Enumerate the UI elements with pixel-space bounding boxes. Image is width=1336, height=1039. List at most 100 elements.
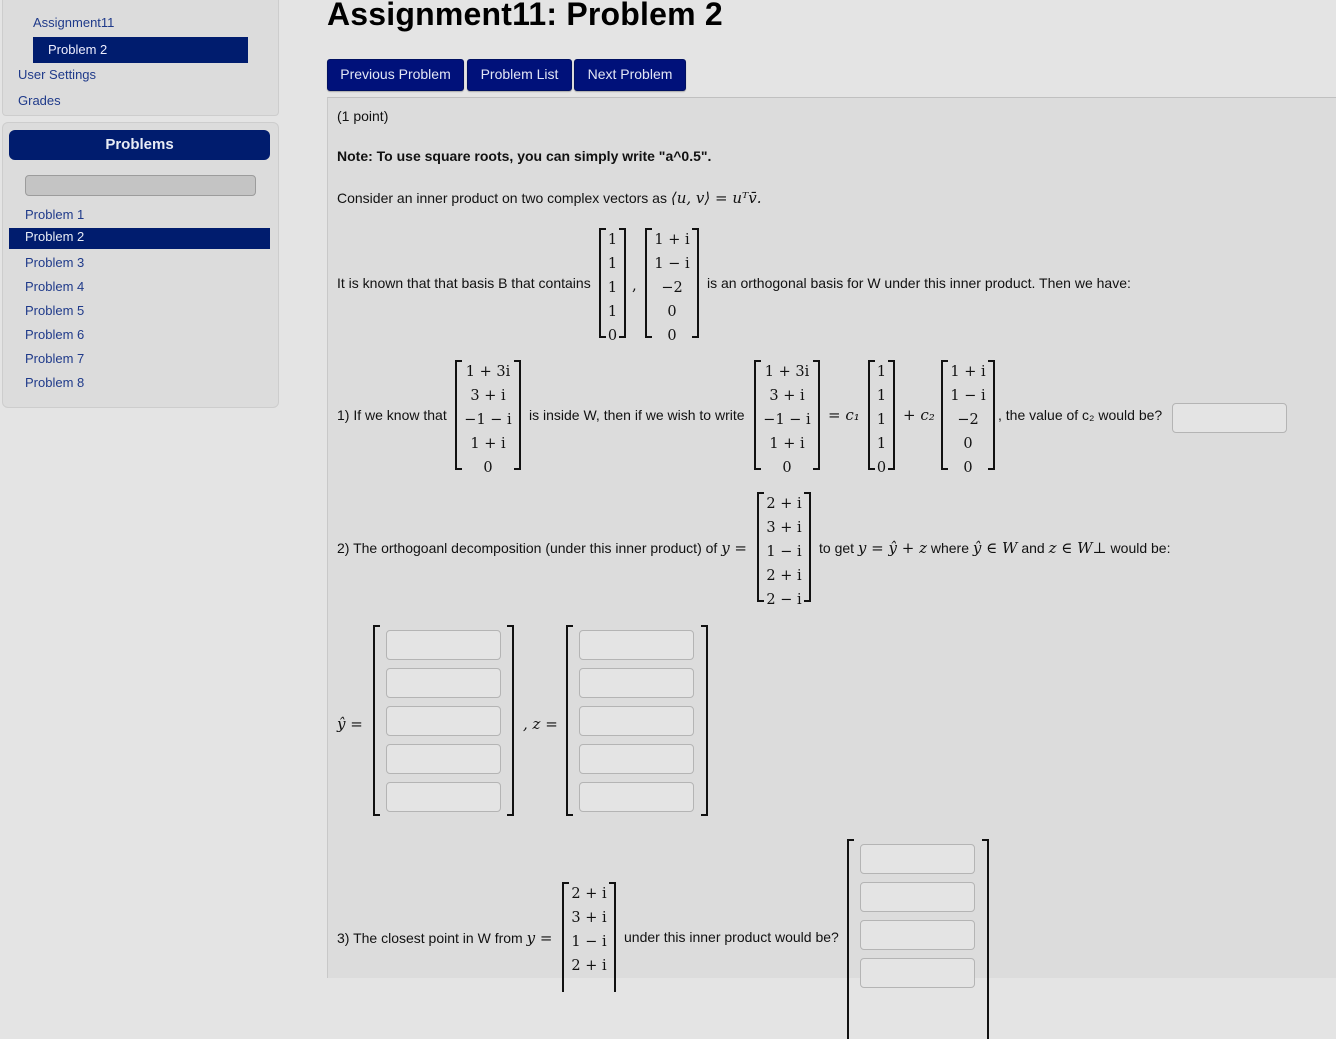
q1-plus-c2: + c₂	[903, 406, 935, 424]
vector-entry: 0	[963, 436, 973, 452]
vector-entry: 1	[607, 232, 618, 248]
vector-entry: 1 − i	[654, 256, 690, 272]
problem-list-item[interactable]: Problem 8	[9, 371, 270, 395]
q3-y-eq: y =	[526, 929, 553, 947]
basis-text-before: It is known that that basis B that conta…	[337, 275, 591, 291]
problem-list-item[interactable]: Problem 7	[9, 347, 270, 371]
q1-c2-answer-input[interactable]	[1172, 403, 1287, 433]
vector-entry: 0	[782, 460, 792, 476]
vector-entry: 1 − i	[950, 388, 986, 404]
vector-entry: 1 + i	[950, 364, 986, 380]
vector-entry: 2 + i	[766, 568, 802, 584]
z-answer-input-5[interactable]	[579, 782, 694, 812]
q3-answer-input-4[interactable]	[860, 958, 975, 988]
q2-y-vector: 2 + i 3 + i 1 − i 2 + i 2 − i	[757, 492, 811, 608]
yhat-answer-input-1[interactable]	[386, 630, 501, 660]
nav-current-problem-label: Problem 2	[48, 42, 108, 57]
q2-z-in-w-perp: z ∈ W⊥	[1048, 539, 1107, 557]
vector-entry: 1	[876, 364, 887, 380]
vector-entry: 0	[963, 460, 973, 476]
vector-entry: 1 + 3i	[764, 364, 810, 380]
q2-prefix: 2) The orthogoanl decomposition (under t…	[337, 540, 718, 556]
vector-entry: 1 − i	[571, 934, 607, 950]
q2-yhat-in-w: ŷ ∈ W	[972, 539, 1018, 557]
problem-list-item[interactable]: Problem 5	[9, 299, 270, 323]
intro-line: Consider an inner product on two complex…	[337, 189, 762, 207]
vector-entry: 2 + i	[571, 958, 607, 974]
vector-entry: 3 + i	[470, 388, 506, 404]
vector-entry: −1 − i	[763, 412, 811, 428]
vector-entry: 1	[876, 412, 887, 428]
vector-entry: 1	[607, 256, 618, 272]
q1-middle: is inside W, then if we wish to write	[529, 407, 745, 423]
problem-list-item[interactable]: Problem 1	[9, 203, 270, 227]
problems-filter-input[interactable]	[25, 175, 256, 196]
problem-list-item[interactable]: Problem 6	[9, 323, 270, 347]
vector-entry: −1 − i	[464, 412, 512, 428]
q1-prefix: 1) If we know that	[337, 407, 447, 423]
vector-entry: 2 − i	[766, 592, 802, 608]
problems-panel-title: Problems	[9, 130, 270, 160]
q3-answer-input-3[interactable]	[860, 920, 975, 950]
nav-current-problem-link[interactable]: Problem 2	[33, 37, 248, 63]
next-problem-button[interactable]: Next Problem	[574, 59, 686, 91]
intro-text: Consider an inner product on two complex…	[337, 190, 667, 206]
vector-entry: 1 + i	[769, 436, 805, 452]
q1-eq-c1: = c₁	[828, 406, 860, 424]
z-answer-input-3[interactable]	[579, 706, 694, 736]
q2-suffix-text-1: to get	[819, 540, 855, 556]
basis-text-after: is an orthogonal basis for W under this …	[707, 275, 1131, 291]
problems-list: Problem 1 Problem 2 Problem 3 Problem 4 …	[9, 203, 270, 395]
basis-vector-1: 1 1 1 1 0	[599, 228, 626, 344]
vector-entry: 3 + i	[769, 388, 805, 404]
vector-entry: 0	[667, 328, 677, 344]
q1-suffix: , the value of c₂ would be?	[998, 407, 1163, 423]
z-answer-input-4[interactable]	[579, 744, 694, 774]
vector-entry: 3 + i	[571, 910, 607, 926]
yhat-answer-input-2[interactable]	[386, 668, 501, 698]
problem-list-item-active[interactable]: Problem 2	[9, 228, 270, 249]
q3-answer-input-2[interactable]	[860, 882, 975, 912]
q3-prefix-line: 3) The closest point in W from y =	[337, 929, 552, 947]
problem-list-button[interactable]: Problem List	[467, 59, 572, 91]
q3-answer-input-1[interactable]	[860, 844, 975, 874]
q2-suffix-line: to get y = ŷ + z where ŷ ∈ W and z ∈ W⊥ …	[819, 539, 1170, 557]
yhat-answer-input-4[interactable]	[386, 744, 501, 774]
problem-list-item[interactable]: Problem 3	[9, 251, 270, 275]
vector-entry: 1 + i	[654, 232, 690, 248]
q1-basis-vector-1: 1 1 1 1 0	[868, 360, 895, 476]
problem-body: (1 point) Note: To use square roots, you…	[327, 97, 1336, 1039]
vector-entry: 1	[607, 304, 618, 320]
vector-entry: 1 − i	[766, 544, 802, 560]
problem-points: (1 point)	[337, 108, 389, 124]
z-answer-input-2[interactable]	[579, 668, 694, 698]
vector-entry: 0	[483, 460, 493, 476]
yhat-answer-input-3[interactable]	[386, 706, 501, 736]
nav-assignment-link[interactable]: Assignment11	[33, 15, 114, 30]
vector-entry: 2 + i	[571, 886, 607, 902]
problem-note: Note: To use square roots, you can simpl…	[337, 148, 712, 164]
z-answer-input-1[interactable]	[579, 630, 694, 660]
q1-basis-vector-2: 1 + i 1 − i −2 0 0	[941, 360, 995, 476]
basis-comma: ,	[632, 276, 637, 294]
nav-user-settings-link[interactable]: User Settings	[18, 67, 96, 82]
q2-suffix-text-4: would be:	[1110, 540, 1171, 556]
vector-entry: 1	[876, 436, 887, 452]
vector-entry: 2 + i	[766, 496, 802, 512]
problems-panel: Problems Problem 1 Problem 2 Problem 3 P…	[2, 122, 279, 408]
vector-entry: 1	[876, 388, 887, 404]
problem-list-item[interactable]: Problem 4	[9, 275, 270, 299]
basis-vector-2: 1 + i 1 − i −2 0 0	[645, 228, 699, 344]
vector-entry: 1	[607, 280, 618, 296]
q2-decomposition-formula: y = ŷ + z	[857, 539, 927, 557]
q3-prefix: 3) The closest point in W from	[337, 930, 523, 946]
nav-grades-link[interactable]: Grades	[18, 93, 61, 108]
vector-entry: 1 + 3i	[465, 364, 511, 380]
yhat-answer-input-5[interactable]	[386, 782, 501, 812]
q3-suffix: under this inner product would be?	[624, 929, 839, 945]
vector-entry: −2	[957, 412, 979, 428]
q3-y-vector: 2 + i 3 + i 1 − i 2 + i	[562, 882, 616, 992]
q1-vector: 1 + 3i 3 + i −1 − i 1 + i 0	[455, 360, 521, 476]
vector-entry: 1 + i	[470, 436, 506, 452]
previous-problem-button[interactable]: Previous Problem	[327, 59, 464, 91]
